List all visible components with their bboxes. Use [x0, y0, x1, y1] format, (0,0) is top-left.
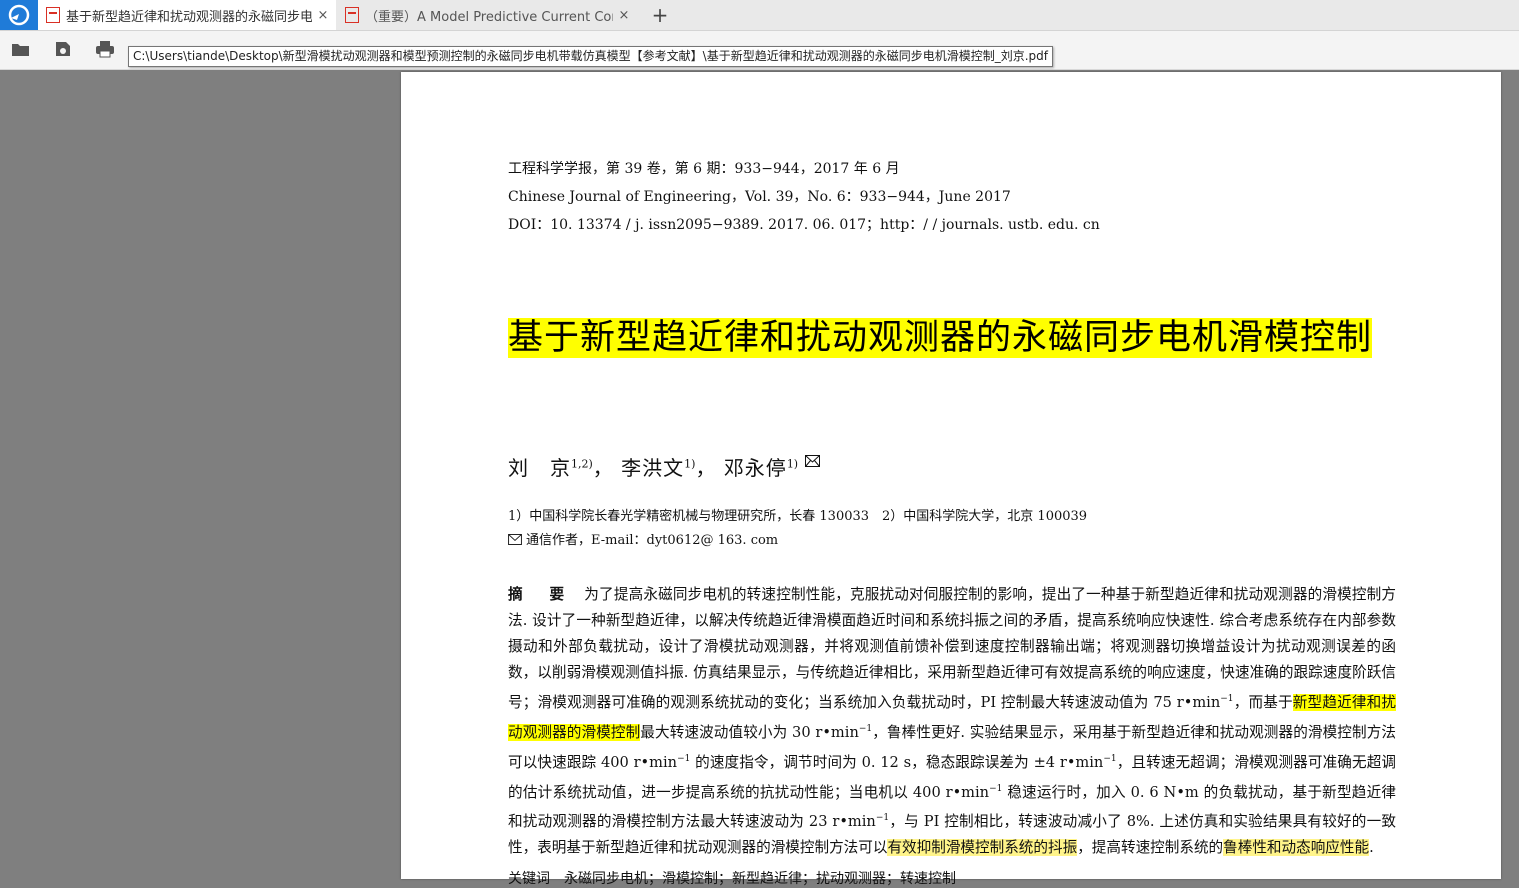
author-name: 李洪文	[621, 456, 685, 480]
unit-sup: −1	[1103, 753, 1117, 764]
abstract: 摘 要为了提高永磁同步电机的转速控制性能，克服扰动对伺服控制的影响，提出了一种基…	[508, 582, 1396, 861]
author-affil-sup: 1,2)	[571, 457, 593, 471]
app-logo-icon	[8, 4, 30, 26]
paper-title: 基于新型趋近律和扰动观测器的永磁同步电机滑模控制	[508, 314, 1398, 362]
new-tab-button[interactable]: +	[648, 2, 672, 28]
tab-document-1[interactable]: 基于新型趋近律和扰动观测器的永磁同步电... ×	[38, 0, 336, 30]
abstract-text: ，提高转速控制系统的	[1077, 839, 1224, 857]
open-folder-icon[interactable]	[11, 40, 31, 58]
abstract-label: 摘 要	[508, 586, 571, 603]
corresponding-author-line: 通信作者，E-mail：dyt0612@ 163. com	[508, 529, 778, 548]
author-separator: ，	[695, 456, 717, 480]
unit-sup: −1	[875, 813, 890, 824]
affiliation-line: 1）中国科学院长春光学精密机械与物理研究所，长春 130033 2）中国科学院大…	[508, 509, 1088, 524]
author-affil-sup: 1)	[684, 457, 696, 471]
author-name: 刘 京	[508, 456, 571, 480]
pdf-page: 工程科学学报，第 39 卷，第 6 期：933−944，2017 年 6 月 C…	[401, 72, 1501, 887]
author-name: 邓永停	[723, 456, 787, 480]
envelope-icon	[805, 455, 821, 467]
envelope-icon	[508, 534, 522, 545]
unit-sup: −1	[677, 753, 691, 764]
tab-document-2[interactable]: （重要）A Model Predictive Current Con... ×	[337, 0, 635, 30]
app-menu-button[interactable]	[0, 0, 38, 30]
journal-header-en: Chinese Journal of Engineering，Vol. 39，N…	[508, 189, 1011, 205]
author-affil-sup: 1)	[786, 457, 799, 471]
abstract-text: 为了提高永磁同步电机的转速控制性能，克服扰动对伺服控制的影响，提出了一种基于新型…	[508, 586, 1396, 711]
tab-label: （重要）A Model Predictive Current Con...	[365, 9, 613, 25]
tab-bar: 基于新型趋近律和扰动观测器的永磁同步电... × （重要）A Model Pre…	[0, 0, 1519, 31]
pdf-file-icon	[345, 7, 359, 23]
cloud-save-icon[interactable]	[53, 40, 73, 58]
print-icon[interactable]	[95, 40, 115, 58]
keywords-line: 关键词 永磁同步电机；滑模控制；新型趋近律；扰动观测器；转速控制	[508, 871, 956, 887]
corresponding-email: 通信作者，E-mail：dyt0612@ 163. com	[526, 533, 779, 548]
tab-close-button[interactable]: ×	[312, 8, 334, 23]
title-highlight: 基于新型趋近律和扰动观测器的永磁同步电机滑模控制	[508, 318, 1373, 358]
unit-sup: −1	[989, 783, 1003, 794]
tab-label: 基于新型趋近律和扰动观测器的永磁同步电...	[66, 9, 312, 25]
file-path-tooltip: C:\Users\tiande\Desktop\新型滑模扰动观测器和模型预测控制…	[128, 46, 1054, 67]
unit-sup: −1	[1220, 694, 1234, 704]
abstract-text: 的速度指令，调节时间为 0. 12 s，稳态跟踪误差为 ±4 r•min	[690, 753, 1104, 771]
author-separator: ，	[592, 456, 614, 480]
doi-line: DOI：10. 13374 / j. issn2095−9389. 2017. …	[508, 217, 1100, 233]
unit-sup: −1	[858, 723, 873, 734]
highlight-annotation[interactable]: 有效抑制滑模控制系统的抖振	[887, 839, 1078, 857]
pdf-file-icon	[46, 7, 60, 23]
highlight-annotation[interactable]: 鲁棒性和动态响应性能	[1223, 839, 1370, 857]
abstract-text: .	[1369, 839, 1374, 857]
author-list: 刘 京1,2)， 李洪文1)， 邓永停1)	[508, 452, 821, 481]
journal-header-cn: 工程科学学报，第 39 卷，第 6 期：933−944，2017 年 6 月	[508, 161, 900, 177]
tab-close-button[interactable]: ×	[613, 8, 635, 23]
abstract-text: 最大转速波动值较小为 30 r•min	[640, 723, 859, 741]
abstract-text: ，而基于	[1233, 693, 1293, 711]
